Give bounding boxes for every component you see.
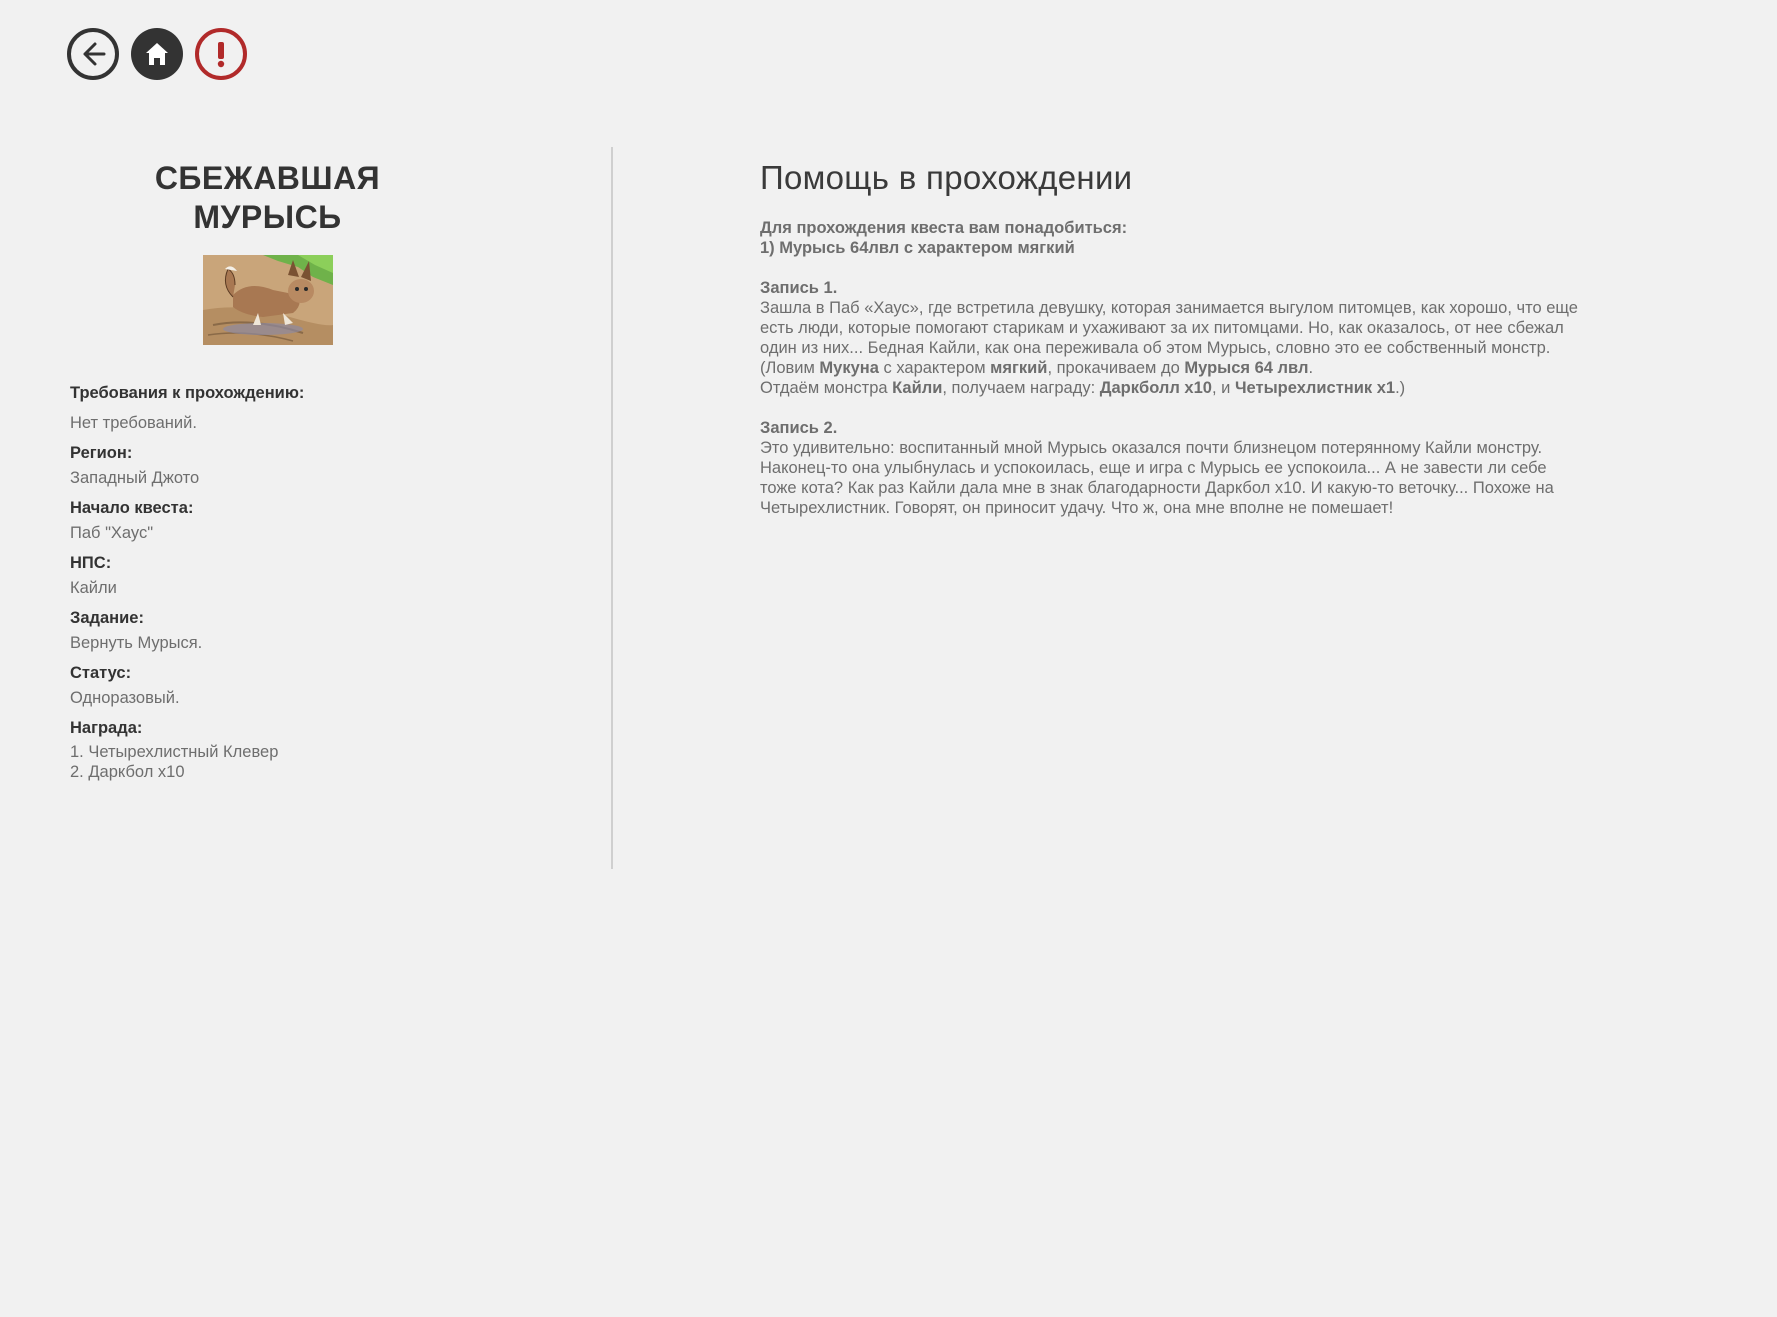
task-value: Вернуть Мурыся. bbox=[70, 634, 203, 652]
entry2-text: Это удивительно: воспитанный мной Мурысь… bbox=[760, 439, 1554, 517]
quest-info-panel: СБЕЖАВШАЯ МУРЫСЬ Требования к прохождени… bbox=[70, 159, 465, 782]
walkthrough-panel: Помощь в прохождении Для прохождения кве… bbox=[760, 158, 1580, 518]
reward-list: 1. Четырехлистный Клевер 2. Даркбол x10 bbox=[70, 742, 465, 782]
entry1-text: Зашла в Паб «Хаус», где встретила девушк… bbox=[760, 299, 1578, 357]
report-button[interactable] bbox=[195, 28, 247, 80]
entry1-instruction-1: (Ловим Мукуна с характером мягкий, прока… bbox=[760, 359, 1314, 377]
reward-item: 2. Даркбол x10 bbox=[70, 763, 185, 781]
walkthrough-body: Для прохождения квеста вам понадобиться:… bbox=[760, 218, 1580, 518]
status-label: Статус: bbox=[70, 664, 132, 682]
entry2-title: Запись 2. bbox=[760, 419, 838, 437]
walkthrough-title: Помощь в прохождении bbox=[760, 159, 1133, 196]
column-divider bbox=[611, 147, 613, 869]
home-icon bbox=[146, 43, 168, 65]
reward-label: Награда: bbox=[70, 719, 143, 737]
npc-value: Кайли bbox=[70, 579, 117, 597]
requirements-label: Требования к прохождению: bbox=[70, 384, 305, 402]
needs-heading: Для прохождения квеста вам понадобиться: bbox=[760, 219, 1128, 237]
quest-title-line1: СБЕЖАВШАЯ bbox=[154, 160, 381, 196]
arrow-left-icon bbox=[83, 42, 106, 66]
quest-title: СБЕЖАВШАЯ МУРЫСЬ bbox=[70, 159, 465, 237]
quest-title-line2: МУРЫСЬ bbox=[193, 199, 342, 235]
quest-start-value: Паб "Хаус" bbox=[70, 524, 154, 542]
requirements-value: Нет требований. bbox=[70, 414, 197, 432]
top-navigation bbox=[67, 28, 247, 80]
home-button[interactable] bbox=[131, 28, 183, 80]
reward-item: 1. Четырехлистный Клевер bbox=[70, 743, 279, 761]
lynx-creature-image bbox=[202, 255, 333, 345]
quest-start-label: Начало квеста: bbox=[70, 499, 194, 517]
npc-label: НПС: bbox=[70, 554, 112, 572]
task-label: Задание: bbox=[70, 609, 144, 627]
entry1-instruction-2: Отдаём монстра Кайли, получаем награду: … bbox=[760, 379, 1406, 397]
entry1-title: Запись 1. bbox=[760, 279, 838, 297]
exclamation-icon bbox=[217, 42, 225, 68]
region-value: Западный Джото bbox=[70, 469, 200, 487]
needs-item: 1) Мурысь 64лвл с характером мягкий bbox=[760, 239, 1075, 257]
status-value: Одноразовый. bbox=[70, 689, 180, 707]
region-label: Регион: bbox=[70, 444, 133, 462]
quest-details: Требования к прохождению: Нет требований… bbox=[70, 383, 465, 782]
back-button[interactable] bbox=[67, 28, 119, 80]
